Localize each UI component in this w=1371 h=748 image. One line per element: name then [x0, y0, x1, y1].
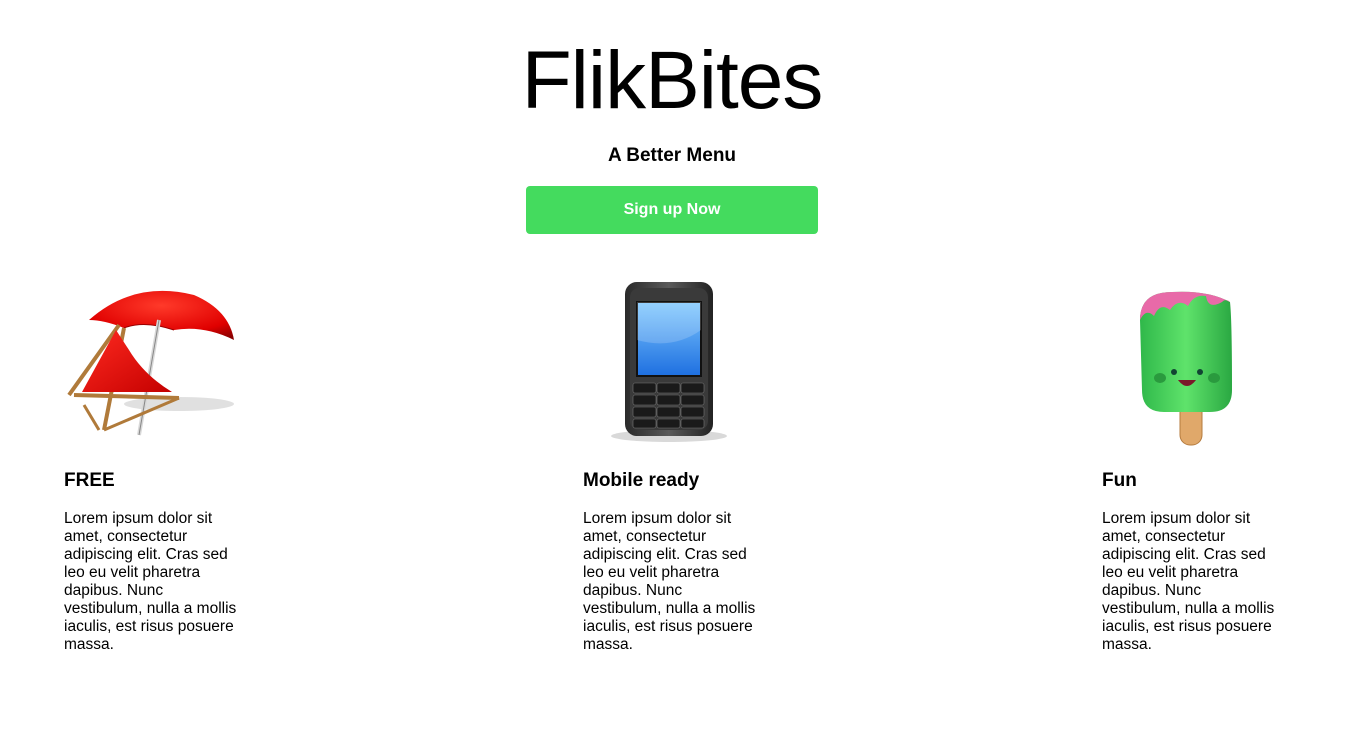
- mobile-phone-icon: [611, 282, 727, 442]
- feature-body: Lorem ipsum dolor sit amet, consectetur …: [1102, 510, 1275, 653]
- popsicle-icon: [1140, 291, 1232, 446]
- feature-free: FREE Lorem ipsum dolor sit amet, consect…: [64, 280, 264, 653]
- feature-heading: FREE: [64, 470, 115, 491]
- feature-body: Lorem ipsum dolor sit amet, consectetur …: [64, 510, 237, 653]
- feature-fun: Fun Lorem ipsum dolor sit amet, consecte…: [1102, 280, 1302, 653]
- page-title: FlikBites: [521, 35, 824, 126]
- feature-mobile-ready: Mobile ready Lorem ipsum dolor sit amet,…: [583, 280, 783, 653]
- beach-chair-umbrella-icon: [67, 290, 234, 436]
- feature-heading: Fun: [1102, 470, 1137, 491]
- feature-body: Lorem ipsum dolor sit amet, consectetur …: [583, 510, 756, 653]
- tagline: A Better Menu: [607, 145, 737, 166]
- signup-button[interactable]: Sign up Now: [526, 186, 818, 234]
- feature-heading: Mobile ready: [583, 470, 700, 491]
